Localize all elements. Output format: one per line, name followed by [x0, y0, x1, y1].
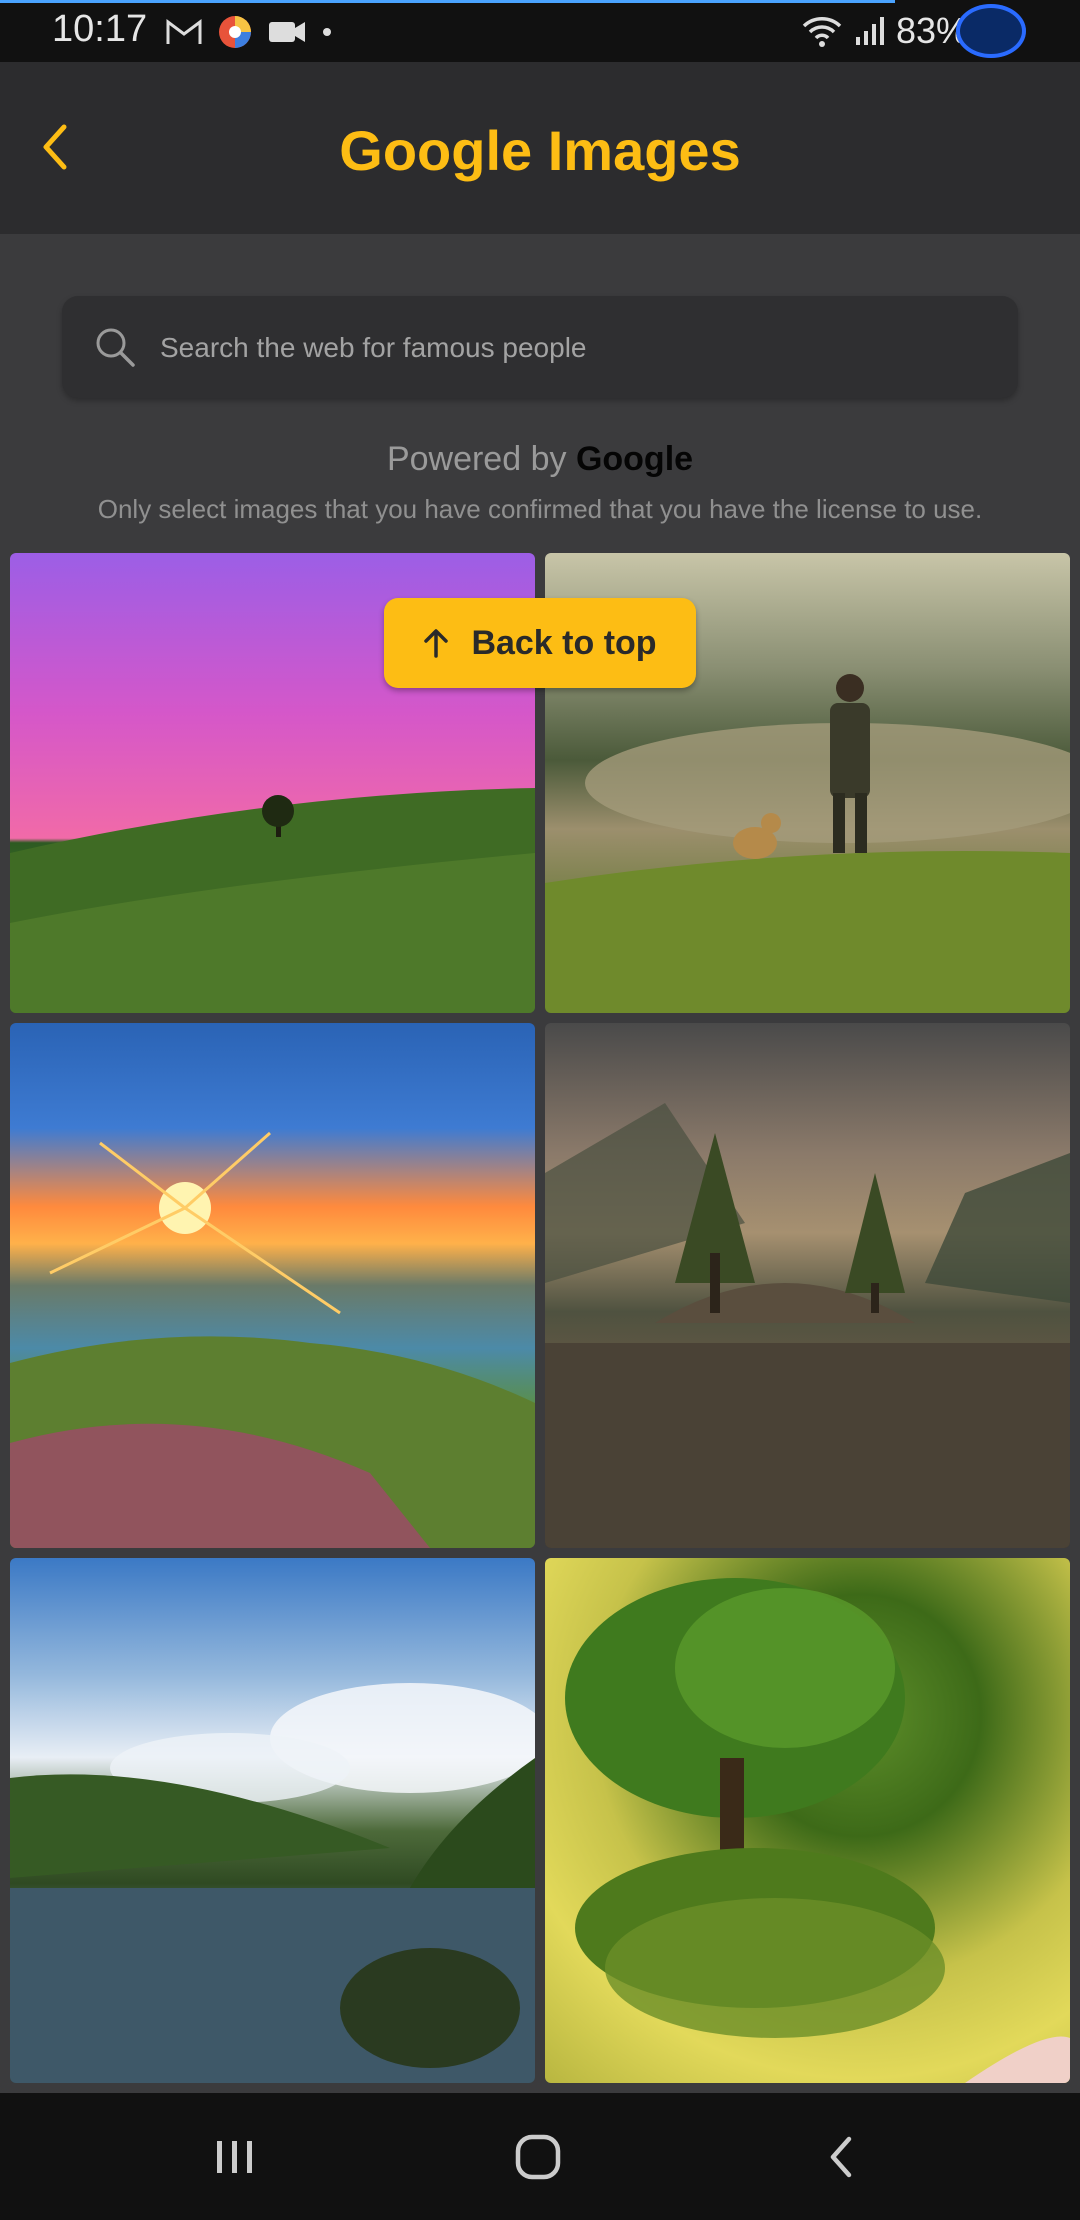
navigation-bar: [0, 2093, 1080, 2220]
image-tile[interactable]: [545, 1558, 1070, 2083]
status-time: 10:17: [52, 8, 148, 50]
app-bar: Google Images: [0, 62, 1080, 234]
arrow-up-icon: [424, 629, 449, 658]
tree-in-hand-scene: [565, 1578, 1070, 2083]
back-to-top-button[interactable]: Back to top: [384, 598, 696, 688]
back-to-top-label: Back to top: [471, 623, 657, 662]
system-back-button[interactable]: [801, 2119, 881, 2195]
powered-by-prefix: Powered by: [386, 440, 567, 478]
license-notice: Only select images that you have confirm…: [97, 494, 983, 524]
dot-icon: [323, 28, 331, 36]
home-button[interactable]: [498, 2119, 578, 2195]
video-camera-icon: [269, 22, 305, 42]
search-icon: [96, 328, 135, 367]
recent-apps-button[interactable]: [195, 2119, 275, 2195]
search-input[interactable]: [158, 296, 992, 400]
wifi-icon: [802, 17, 842, 47]
image-tile[interactable]: [10, 1023, 535, 1548]
powered-by: Powered by Google: [0, 440, 1080, 479]
page-title: Google Images: [339, 119, 741, 182]
notification-icons: [165, 12, 333, 52]
loading-progress: [0, 0, 895, 3]
island-trees-scene: [545, 1103, 1070, 1548]
signal-icon: [855, 17, 884, 45]
image-tile[interactable]: [10, 1558, 535, 2083]
app-notification-icon: [219, 16, 251, 48]
home-icon: [515, 2134, 561, 2180]
status-bar: 10:17 83%: [0, 0, 1080, 62]
screen-recorder-icon[interactable]: [956, 4, 1026, 58]
sunset-scene: [10, 1131, 535, 1548]
river-scene: [10, 1683, 535, 2083]
image-tile[interactable]: [545, 1023, 1070, 1548]
back-icon: [830, 2136, 852, 2178]
gmail-icon: [166, 19, 202, 44]
recent-apps-icon: [217, 2141, 252, 2173]
powered-by-brand: Google: [575, 440, 694, 478]
search-bar[interactable]: [62, 296, 1018, 400]
